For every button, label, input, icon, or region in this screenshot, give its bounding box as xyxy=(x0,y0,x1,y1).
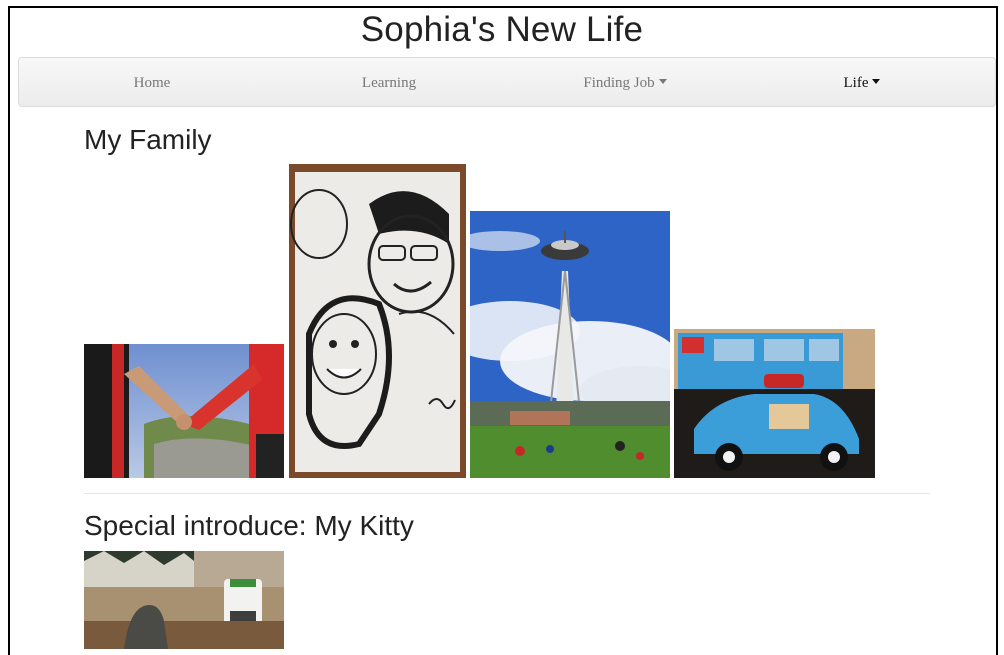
kitty-photo[interactable] xyxy=(84,551,284,649)
section-title-family: My Family xyxy=(84,124,212,155)
nav-life-label: Life xyxy=(843,75,869,91)
nav-learning[interactable]: Learning xyxy=(329,58,449,108)
section-divider xyxy=(84,493,930,494)
caret-down-icon xyxy=(658,79,667,85)
navbar: Home Learning Finding Job Life xyxy=(18,57,996,107)
nav-finding-job-label: Finding Job xyxy=(583,75,655,91)
nav-home[interactable]: Home xyxy=(92,58,212,108)
section-title-kitty: Special introduce: My Kitty xyxy=(84,510,414,541)
nav-life[interactable]: Life xyxy=(802,58,922,108)
holding-hands-photo[interactable] xyxy=(84,344,284,478)
nav-learning-label: Learning xyxy=(361,75,417,91)
nav-finding-job[interactable]: Finding Job xyxy=(565,58,685,108)
caret-down-icon xyxy=(872,79,881,85)
caricature-drawing-photo[interactable] xyxy=(289,164,466,478)
site-title: Sophia's New Life xyxy=(360,10,644,49)
nav-home-label: Home xyxy=(133,75,171,91)
space-needle-photo[interactable] xyxy=(470,211,670,478)
lego-beetle-photo[interactable] xyxy=(674,329,875,478)
